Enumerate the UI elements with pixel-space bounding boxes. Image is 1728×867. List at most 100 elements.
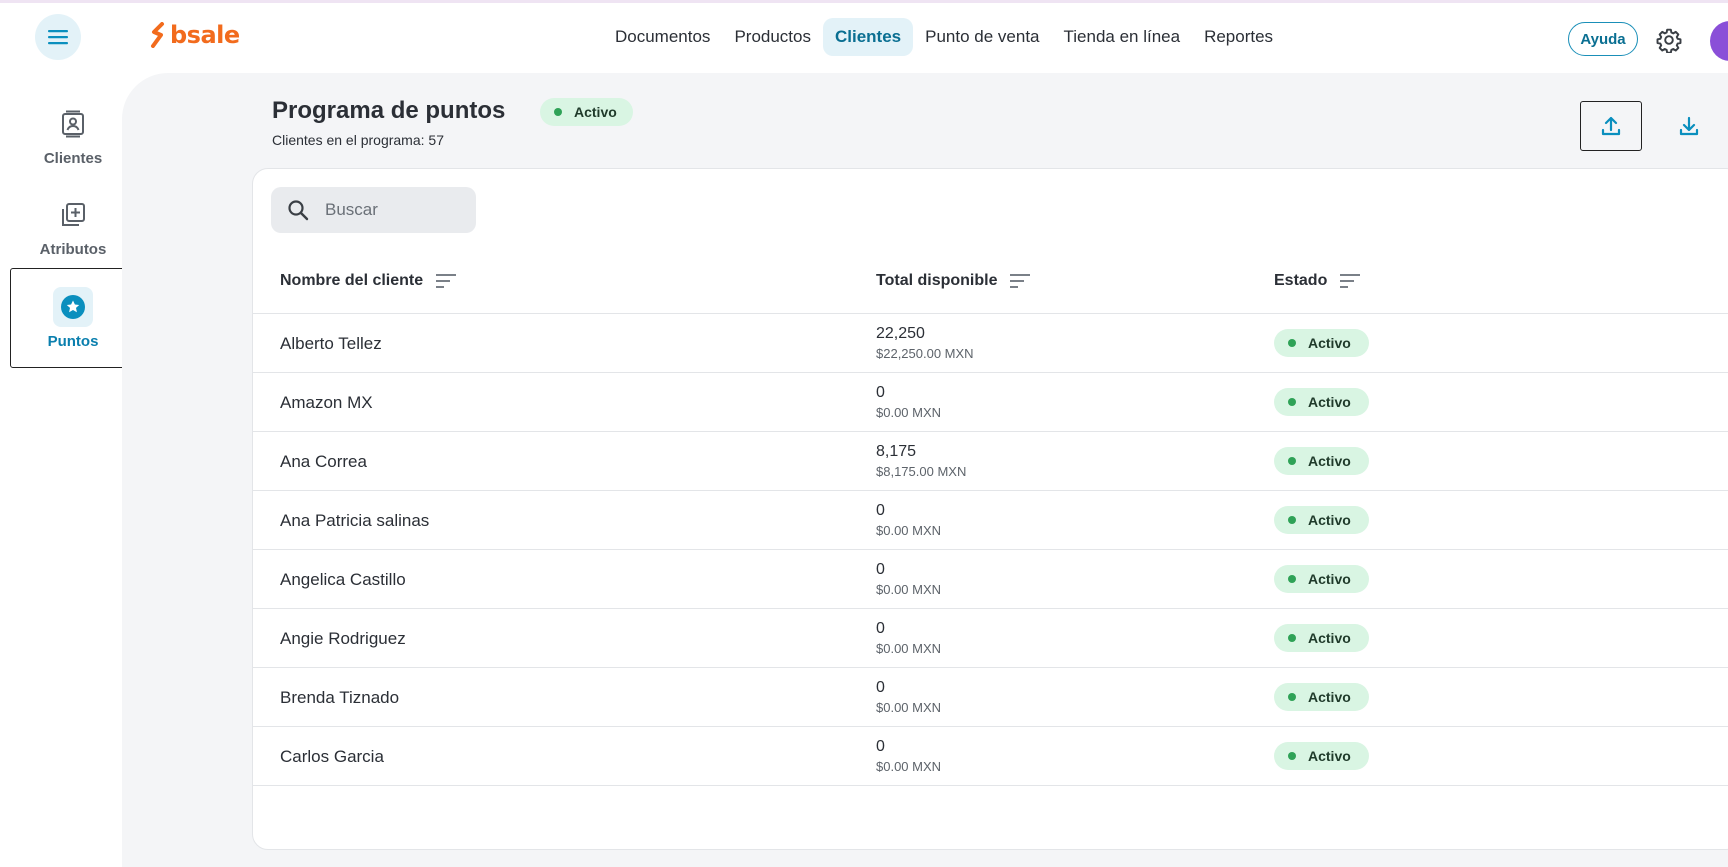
client-name[interactable]: Amazon MX: [280, 393, 373, 413]
status-cell: Activo: [1274, 388, 1369, 416]
search-icon: [288, 200, 309, 221]
money-value: $0.00 MXN: [876, 700, 942, 715]
client-name[interactable]: Ana Patricia salinas: [280, 511, 429, 531]
help-button[interactable]: Ayuda: [1568, 22, 1638, 56]
status-badge: Activo: [1274, 447, 1369, 475]
sidebar-item-puntos[interactable]: Puntos: [10, 268, 136, 368]
total-available: 0 $0.00 MXN: [876, 679, 941, 717]
total-available: 0 $0.00 MXN: [876, 384, 941, 422]
points-value: 0: [876, 502, 885, 519]
total-available: 0 $0.00 MXN: [876, 738, 941, 776]
points-value: 22,250: [876, 325, 925, 342]
status-label: Activo: [1308, 748, 1351, 764]
avatar[interactable]: [1710, 21, 1728, 61]
column-header-nombre[interactable]: Nombre del cliente: [280, 272, 457, 290]
sidebar-item-label: Atributos: [39, 240, 107, 258]
program-client-count: Clientes en el programa: 57: [272, 132, 444, 148]
status-cell: Activo: [1274, 742, 1369, 770]
status-cell: Activo: [1274, 683, 1369, 711]
status-badge: Activo: [1274, 506, 1369, 534]
table-row[interactable]: Carlos Garcia 0 $0.00 MXN Activo: [253, 727, 1728, 786]
column-header-total[interactable]: Total disponible: [876, 272, 1031, 290]
menu-button[interactable]: [35, 14, 81, 60]
points-value: 0: [876, 384, 885, 401]
sidebar-item-atributos[interactable]: Atributos: [10, 176, 136, 276]
sidebar-icon-box: [53, 104, 93, 144]
status-dot: [1288, 634, 1296, 642]
status-dot: [1288, 575, 1296, 583]
nav-productos[interactable]: Productos: [722, 18, 823, 56]
money-value: $0.00 MXN: [876, 582, 942, 597]
client-name[interactable]: Carlos Garcia: [280, 747, 384, 767]
logo-text: bsale: [170, 21, 240, 49]
contact-card-icon: [62, 110, 84, 137]
search-input[interactable]: [325, 200, 455, 220]
table-row[interactable]: Angelica Castillo 0 $0.00 MXN Activo: [253, 550, 1728, 609]
download-button[interactable]: [1662, 101, 1716, 151]
column-header-label: Nombre del cliente: [280, 272, 424, 289]
client-name[interactable]: Alberto Tellez: [280, 334, 382, 354]
total-available: 0 $0.00 MXN: [876, 620, 941, 658]
column-header-estado[interactable]: Estado: [1274, 272, 1361, 290]
bsale-logo[interactable]: bsale: [150, 21, 240, 49]
upload-icon: [1601, 116, 1621, 136]
main-nav: Documentos Productos Clientes Punto de v…: [603, 18, 1285, 56]
page-title: Programa de puntos: [272, 97, 506, 124]
total-available: 22,250 $22,250.00 MXN: [876, 325, 974, 363]
points-value: 0: [876, 738, 885, 755]
total-available: 0 $0.00 MXN: [876, 502, 941, 540]
client-name[interactable]: Brenda Tiznado: [280, 688, 399, 708]
sidebar-icon-box: [53, 286, 93, 327]
status-label: Activo: [1308, 689, 1351, 705]
nav-tienda-en-linea[interactable]: Tienda en línea: [1052, 18, 1193, 56]
table-row[interactable]: Angie Rodriguez 0 $0.00 MXN Activo: [253, 609, 1728, 668]
table-header: Nombre del cliente Total disponible Esta…: [253, 251, 1728, 314]
status-dot: [1288, 398, 1296, 406]
status-dot: [1288, 693, 1296, 701]
money-value: $0.00 MXN: [876, 641, 942, 656]
status-label: Activo: [1308, 335, 1351, 351]
money-value: $22,250.00 MXN: [876, 346, 974, 361]
status-badge: Activo: [1274, 624, 1369, 652]
money-value: $0.00 MXN: [876, 759, 942, 774]
status-badge: Activo: [540, 98, 633, 126]
sort-icon[interactable]: [1339, 273, 1361, 289]
sidebar-item-label: Puntos: [47, 332, 99, 350]
table-row[interactable]: Alberto Tellez 22,250 $22,250.00 MXN Act…: [253, 314, 1728, 373]
hamburger-icon: [48, 30, 68, 45]
sort-icon[interactable]: [1009, 273, 1031, 289]
nav-clientes[interactable]: Clientes: [822, 18, 914, 56]
status-label: Activo: [1308, 453, 1351, 469]
status-cell: Activo: [1274, 506, 1369, 534]
search-box[interactable]: [271, 187, 476, 233]
main-content: Programa de puntos Activo Clientes en el…: [122, 73, 1728, 867]
status-dot: [1288, 457, 1296, 465]
status-dot: [1288, 339, 1296, 347]
table-row[interactable]: Ana Correa 8,175 $8,175.00 MXN Activo: [253, 432, 1728, 491]
nav-punto-de-venta[interactable]: Punto de venta: [913, 18, 1051, 56]
total-available: 8,175 $8,175.00 MXN: [876, 443, 966, 481]
nav-documentos[interactable]: Documentos: [603, 18, 722, 56]
status-label: Activo: [1308, 630, 1351, 646]
status-badge: Activo: [1274, 565, 1369, 593]
client-name[interactable]: Angie Rodriguez: [280, 629, 406, 649]
status-dot: [1288, 752, 1296, 760]
table-row[interactable]: Brenda Tiznado 0 $0.00 MXN Activo: [253, 668, 1728, 727]
sidebar-item-clientes[interactable]: Clientes: [10, 85, 136, 185]
gear-icon[interactable]: [1656, 27, 1682, 53]
status-label: Activo: [1308, 394, 1351, 410]
status-label: Activo: [1308, 571, 1351, 587]
sort-icon[interactable]: [435, 273, 457, 289]
nav-reportes[interactable]: Reportes: [1192, 18, 1285, 56]
money-value: $0.00 MXN: [876, 523, 942, 538]
table-body: Alberto Tellez 22,250 $22,250.00 MXN Act…: [253, 314, 1728, 786]
client-name[interactable]: Ana Correa: [280, 452, 367, 472]
top-bar: bsale Documentos Productos Clientes Punt…: [0, 3, 1728, 67]
table-row[interactable]: Amazon MX 0 $0.00 MXN Activo: [253, 373, 1728, 432]
status-dot: [554, 108, 562, 116]
sidebar-item-label: Clientes: [43, 149, 103, 167]
upload-button[interactable]: [1580, 101, 1642, 151]
client-name[interactable]: Angelica Castillo: [280, 570, 406, 590]
table-row[interactable]: Ana Patricia salinas 0 $0.00 MXN Activo: [253, 491, 1728, 550]
status-label: Activo: [1308, 512, 1351, 528]
